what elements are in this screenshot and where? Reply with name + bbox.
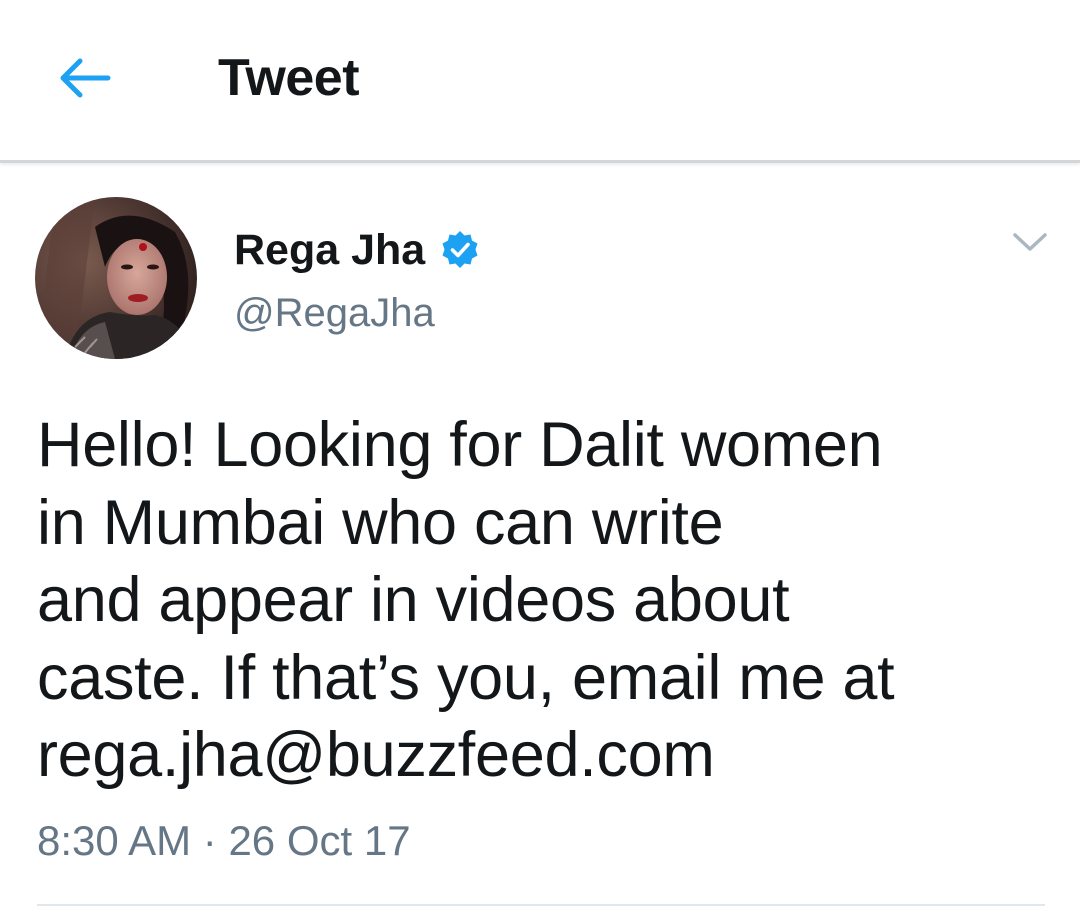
tweet-timestamp[interactable]: 8:30 AM · 26 Oct 17 <box>37 814 411 868</box>
avatar[interactable] <box>35 197 197 359</box>
author-name-row[interactable]: Rega Jha <box>234 224 481 276</box>
tweet-menu-button[interactable] <box>1005 220 1055 264</box>
back-button[interactable] <box>52 46 116 110</box>
arrow-left-icon <box>60 58 111 98</box>
verified-badge-icon <box>439 229 481 271</box>
page-title: Tweet <box>218 49 360 107</box>
chevron-down-icon <box>1013 233 1047 251</box>
timestamp-separator: · <box>202 817 217 864</box>
top-app-bar: Tweet <box>0 0 1080 163</box>
tweet-time: 8:30 AM <box>37 817 192 864</box>
author-handle[interactable]: @RegaJha <box>234 288 435 338</box>
avatar-photo <box>35 197 197 359</box>
tweet-date: 26 Oct 17 <box>228 817 411 864</box>
author-display-name: Rega Jha <box>234 226 426 274</box>
tweet-detail-screen: Tweet Rega Jha @RegaJha Hello! Looking f… <box>0 0 1080 918</box>
divider <box>37 904 1045 906</box>
tweet-text: Hello! Looking for Dalit women in Mumbai… <box>37 410 895 790</box>
